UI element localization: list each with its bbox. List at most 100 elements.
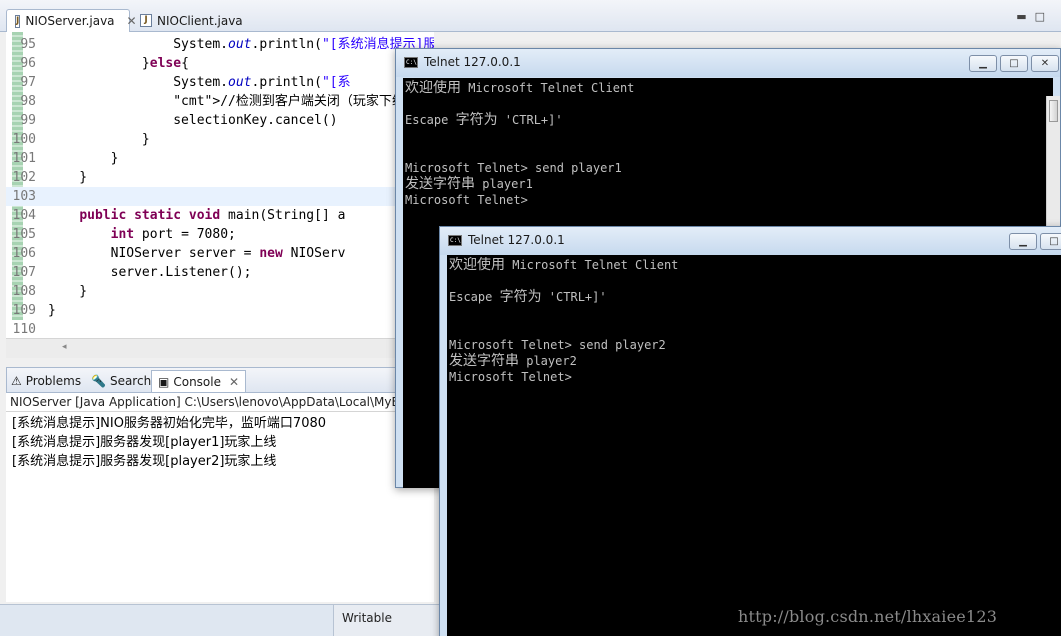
- terminal-text-zh: 字符为: [499, 289, 542, 305]
- terminal-line: 欢迎使用 Microsoft Telnet Client: [449, 257, 678, 273]
- terminal-text: Microsoft Telnet Client: [505, 258, 679, 272]
- terminal-text: Escape: [449, 290, 500, 304]
- console-icon: ▣: [158, 374, 170, 389]
- terminal-line: 发送字符串 player1: [405, 176, 533, 192]
- terminal-line: Microsoft Telnet> send player1: [405, 160, 622, 176]
- terminal-scrollbar[interactable]: [1046, 96, 1060, 226]
- minimize-button[interactable]: ▁: [1009, 233, 1037, 250]
- tab-problems[interactable]: ⚠ Problems: [11, 370, 81, 392]
- terminal-text-zh: 发送字符串: [449, 353, 519, 369]
- code-line: 105 int port = 7080;: [6, 225, 434, 244]
- code-line: 109}: [6, 301, 434, 320]
- editor-horizontal-scrollbar[interactable]: ◂: [6, 338, 434, 358]
- code-line: 104 public static void main(String[] a: [6, 206, 434, 225]
- cmd-icon: C:\: [448, 235, 462, 246]
- console-output[interactable]: [系统消息提示]NIO服务器初始化完毕，监听端口7080 [系统消息提示]服务器…: [6, 412, 434, 602]
- code-line: 95 System.out.println("[系统消息提示]服务器发现["+r…: [6, 35, 434, 54]
- line-number: 99: [20, 113, 36, 128]
- code-editor[interactable]: 95 System.out.println("[系统消息提示]服务器发现["+r…: [6, 32, 434, 338]
- code-line: 106 NIOServer server = new NIOServ: [6, 244, 434, 263]
- console-line: [系统消息提示]服务器发现[player2]玩家上线: [12, 454, 277, 469]
- code-line: 100 }: [6, 130, 434, 149]
- telnet-window-2[interactable]: C:\ Telnet 127.0.0.1 ▁ □ 欢迎使用 Microsoft …: [439, 226, 1061, 636]
- tab-console[interactable]: ▣ Console ✕: [151, 370, 247, 392]
- escape-key-text: 'CTRL+]': [497, 113, 563, 127]
- terminal-line: Escape 字符为 'CTRL+]': [449, 289, 607, 305]
- line-number: 101: [12, 151, 36, 166]
- code-text: server.Listener();: [48, 265, 252, 280]
- terminal-text: Microsoft Telnet>: [449, 370, 572, 384]
- minimize-maximize-icons[interactable]: ▬□: [1016, 10, 1053, 23]
- console-process-header: NIOServer [Java Application] C:\Users\le…: [6, 393, 434, 412]
- tab-label: Problems: [25, 374, 82, 388]
- code-text: }: [48, 284, 88, 299]
- code-text: public static void main(String[] a: [79, 208, 346, 223]
- code-line: 107 server.Listener();: [6, 263, 434, 282]
- code-line: 101 }: [6, 149, 434, 168]
- terminal-line: Microsoft Telnet> send player2: [449, 337, 666, 353]
- code-text: }: [48, 170, 88, 185]
- line-number: 108: [12, 284, 36, 299]
- close-button[interactable]: ✕: [1031, 55, 1059, 72]
- problems-icon: ⚠: [11, 374, 22, 388]
- terminal-text: player1: [475, 177, 533, 191]
- tab-label: Search: [109, 374, 152, 388]
- code-line: 102 }: [6, 168, 434, 187]
- line-number: 97: [20, 75, 36, 90]
- code-line: 98 "cmt">//检测到客户端关闭（玩家下线）,: [6, 92, 434, 111]
- terminal-text: Microsoft Telnet> send player1: [405, 161, 622, 175]
- java-file-icon: J: [15, 14, 21, 28]
- terminal-line: Microsoft Telnet>: [405, 192, 528, 208]
- terminal-text-zh: 欢迎使用: [449, 257, 505, 273]
- status-left-area: [0, 605, 334, 636]
- tab-nioclient[interactable]: J NIOClient.java: [132, 9, 252, 32]
- scroll-left-icon[interactable]: ◂: [62, 342, 67, 352]
- line-number: 96: [20, 56, 36, 71]
- console-tab-bar: ⚠ Problems 🔦 Search ▣ Console ✕: [6, 367, 434, 393]
- line-number: 103: [12, 189, 36, 204]
- terminal-text: player2: [519, 354, 577, 368]
- cmd-icon: C:\: [404, 57, 418, 68]
- maximize-button[interactable]: □: [1000, 55, 1028, 72]
- code-line: 103: [6, 187, 434, 206]
- close-icon[interactable]: ✕: [229, 375, 239, 389]
- minimize-button[interactable]: ▁: [969, 55, 997, 72]
- code-text: }: [48, 132, 150, 147]
- terminal-text: Microsoft Telnet>: [405, 193, 528, 207]
- console-line: [系统消息提示]NIO服务器初始化完毕，监听端口7080: [12, 416, 327, 431]
- line-number: 98: [20, 94, 36, 109]
- telnet-title: Telnet 127.0.0.1: [468, 233, 565, 247]
- code-text: }else{: [48, 56, 189, 71]
- scroll-thumb[interactable]: [1049, 100, 1058, 122]
- escape-key-text: 'CTRL+]': [541, 290, 607, 304]
- code-line: 110: [6, 320, 434, 338]
- tab-label: Console: [173, 374, 221, 389]
- telnet-title-bar[interactable]: C:\ Telnet 127.0.0.1 ▁ □ ✕: [396, 49, 1060, 77]
- line-number: 105: [12, 227, 36, 242]
- code-text: selectionKey.cancel(): [48, 113, 338, 128]
- tab-search[interactable]: 🔦 Search: [91, 370, 151, 392]
- code-line: 108 }: [6, 282, 434, 301]
- terminal-text-zh: 发送字符串: [405, 176, 475, 192]
- editor-tab-bar: J NIOServer.java ✕ J NIOClient.java ▬□: [0, 0, 1061, 32]
- code-text: }: [48, 151, 119, 166]
- maximize-button[interactable]: □: [1040, 233, 1061, 250]
- terminal-line: 欢迎使用 Microsoft Telnet Client: [405, 80, 634, 96]
- terminal-text-zh: 欢迎使用: [405, 80, 461, 96]
- terminal-text: Microsoft Telnet Client: [461, 81, 635, 95]
- search-icon: 🔦: [91, 374, 106, 388]
- console-line: [系统消息提示]服务器发现[player1]玩家上线: [12, 435, 277, 450]
- terminal-line: Microsoft Telnet>: [449, 369, 572, 385]
- telnet-terminal[interactable]: 欢迎使用 Microsoft Telnet Client Escape 字符为 '…: [447, 255, 1061, 636]
- terminal-text-zh: 字符为: [455, 112, 498, 128]
- tab-label: NIOServer.java: [25, 14, 115, 28]
- telnet-title-bar[interactable]: C:\ Telnet 127.0.0.1 ▁ □: [440, 227, 1061, 255]
- line-number: 106: [12, 246, 36, 261]
- tab-nioserver[interactable]: J NIOServer.java ✕: [6, 9, 137, 32]
- code-text: System.out.println("[系: [48, 75, 351, 90]
- code-text: System.out.println("[系统消息提示]服务器发现["+rece…: [48, 37, 434, 52]
- line-number: 100: [12, 132, 36, 147]
- line-number: 104: [12, 208, 36, 223]
- terminal-line: 发送字符串 player2: [449, 353, 577, 369]
- java-file-icon: J: [140, 14, 152, 27]
